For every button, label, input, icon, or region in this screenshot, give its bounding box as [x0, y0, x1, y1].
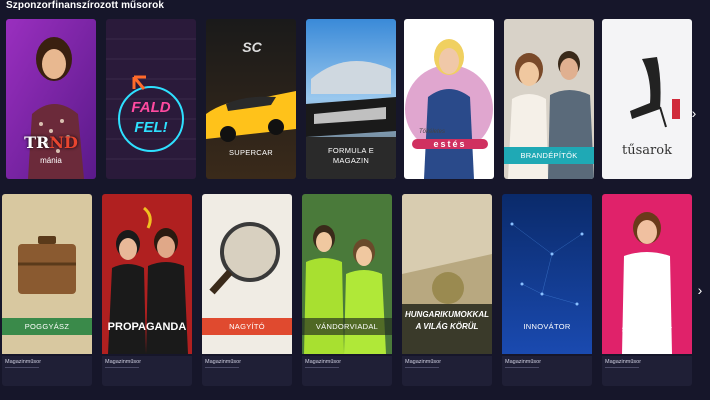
show-meta: Magazinműsor [402, 356, 492, 386]
show-title: HUNGARIKUMOKKAL [405, 310, 489, 319]
show-genre: Magazinműsor [605, 359, 642, 365]
divider [205, 367, 239, 368]
show-title: tűsarok [622, 143, 672, 158]
show-title: FALD [131, 99, 171, 116]
show-poster: FALD FEL! [106, 19, 196, 179]
show-label: VÁNDORVIADAL [302, 318, 392, 335]
show-card-fald-fel[interactable]: FALD FEL! [106, 19, 196, 179]
show-poster: VÁNDORVIADAL [302, 194, 392, 354]
show-label: INNOVÁTOR [523, 322, 571, 331]
show-card-formula-e-magazin[interactable]: FORMULA E MAGAZIN [306, 19, 396, 179]
show-poster: NAGYÍTÓ [202, 194, 292, 354]
show-poster: FORMULA E MAGAZIN [306, 19, 396, 179]
show-label: BRANDÉPÍTŐK [504, 147, 594, 164]
show-poster: INNOVÁTOR [502, 194, 592, 354]
show-meta: Magazinműsor [2, 356, 92, 386]
row-2-next-button[interactable]: › [692, 276, 708, 304]
chevron-right-icon: › [697, 282, 703, 298]
show-meta: Magazinműsor [102, 356, 192, 386]
show-genre: Magazinműsor [105, 359, 142, 365]
chevron-right-icon: › [691, 105, 697, 121]
show-label: FORMULA E MAGAZIN [306, 141, 396, 171]
show-label: NAGYÍTÓ [202, 318, 292, 335]
show-label: PROPAGANDA [107, 320, 187, 333]
show-subtitle: mánia [40, 156, 62, 165]
show-label-line-1: FORMULA E [327, 146, 375, 155]
show-title-accent: ND [49, 133, 78, 152]
show-poster: PROPAGANDA [102, 194, 192, 354]
show-meta: Magazinműsor [602, 356, 692, 386]
show-label: CSISZTU SPORT CAST [602, 312, 692, 338]
show-card-vandorviadal[interactable]: VÁNDORVIADAL Magazinműsor [302, 194, 392, 386]
section-title: Szponzorfinanszírozott műsorok [6, 0, 164, 11]
show-title: Tökéletes [418, 129, 445, 135]
show-poster: CSISZTU SPORT CAST [602, 194, 692, 354]
divider [105, 367, 139, 368]
divider [405, 367, 439, 368]
show-card-trend-mania[interactable]: TRND mánia [6, 19, 96, 179]
show-genre: Magazinműsor [505, 359, 542, 365]
show-card-poggyasz[interactable]: POGGYÁSZ Magazinműsor [2, 194, 92, 386]
show-label-line-2: MAGAZIN [332, 156, 370, 165]
show-subtitle: FEL! [134, 119, 168, 136]
show-card-tusarok[interactable]: tűsarok [602, 19, 692, 179]
show-genre: Magazinműsor [405, 359, 442, 365]
show-card-csisztu-sport-cast[interactable]: CSISZTU SPORT CAST Magazinműsor [602, 194, 692, 386]
row-1-next-button[interactable]: › [686, 99, 702, 127]
show-logo: SC [242, 39, 262, 55]
show-meta: Magazinműsor [202, 356, 292, 386]
show-label-line-2: SPORT CAST [621, 325, 673, 334]
show-poster: SC SUPERCAR [206, 19, 296, 179]
divider [305, 367, 339, 368]
show-poster: tűsarok [602, 19, 692, 179]
show-subtitle: estés [412, 139, 488, 149]
divider [505, 367, 539, 368]
show-subtitle: A VILÁG KÖRÜL [415, 322, 479, 331]
divider [5, 367, 39, 368]
show-poster: Tökéletes estés [404, 19, 494, 179]
show-poster: POGGYÁSZ [2, 194, 92, 354]
show-card-propaganda[interactable]: PROPAGANDA Magazinműsor [102, 194, 192, 386]
divider [605, 367, 639, 368]
show-poster: BRANDÉPÍTŐK [504, 19, 594, 179]
show-label-line-1: CSISZTU [629, 315, 665, 324]
show-meta: Magazinműsor [302, 356, 392, 386]
show-card-supercar[interactable]: SC SUPERCAR [206, 19, 296, 179]
sponsored-shows-row-2: POGGYÁSZ Magazinműsor PROPAGANDA Magazin… [0, 194, 710, 386]
show-card-innovator[interactable]: INNOVÁTOR Magazinműsor [502, 194, 592, 386]
show-meta: Magazinműsor [502, 356, 592, 386]
show-card-tokeletes-estes[interactable]: Tökéletes estés [404, 19, 494, 179]
show-genre: Magazinműsor [5, 359, 42, 365]
show-genre: Magazinműsor [305, 359, 342, 365]
show-card-hungarikumokkal[interactable]: HUNGARIKUMOKKAL A VILÁG KÖRÜL Magazinműs… [402, 194, 492, 386]
sponsored-shows-row-1: TRND mánia FALD FEL! SC SUPERCAR FORMULA… [0, 19, 710, 179]
show-poster: TRND mánia [6, 19, 96, 179]
show-label: SUPERCAR [228, 147, 274, 157]
show-card-brandepitok[interactable]: BRANDÉPÍTŐK [504, 19, 594, 179]
show-poster: HUNGARIKUMOKKAL A VILÁG KÖRÜL [402, 194, 492, 354]
show-card-nagyito[interactable]: NAGYÍTÓ Magazinműsor [202, 194, 292, 386]
show-label: POGGYÁSZ [2, 318, 92, 335]
show-genre: Magazinműsor [205, 359, 242, 365]
show-title: TR [24, 133, 50, 152]
